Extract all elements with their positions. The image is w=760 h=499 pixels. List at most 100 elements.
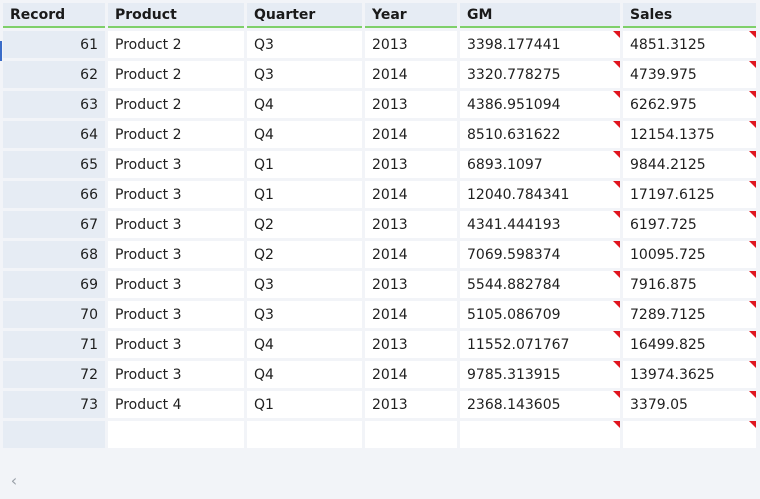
cell-gm[interactable]: 11552.071767 [460,331,620,358]
cell-quarter[interactable]: Q4 [247,331,362,358]
cell-product[interactable]: Product 4 [108,391,244,418]
cell-gm[interactable]: 5544.882784 [460,271,620,298]
cell-record[interactable]: 66 [3,181,105,208]
table-row[interactable] [3,421,756,448]
table-row[interactable]: 65 Product 3 Q1 2013 6893.1097 9844.2125 [3,151,756,178]
cell-gm[interactable]: 9785.313915 [460,361,620,388]
table-row[interactable]: 63 Product 2 Q4 2013 4386.951094 6262.975 [3,91,756,118]
cell-record[interactable]: 61 [3,31,105,58]
table-row[interactable]: 73 Product 4 Q1 2013 2368.143605 3379.05 [3,391,756,418]
cell-quarter[interactable]: Q3 [247,301,362,328]
cell-gm[interactable]: 2368.143605 [460,391,620,418]
cell-product[interactable] [108,421,244,448]
cell-quarter[interactable]: Q4 [247,121,362,148]
cell-year[interactable]: 2013 [365,391,457,418]
cell-product[interactable]: Product 3 [108,241,244,268]
cell-year[interactable]: 2014 [365,301,457,328]
chevron-left-icon[interactable]: ‹ [6,470,22,492]
table-row[interactable]: 62 Product 2 Q3 2014 3320.778275 4739.975 [3,61,756,88]
cell-year[interactable]: 2013 [365,331,457,358]
cell-year[interactable]: 2013 [365,211,457,238]
table-row[interactable]: 66 Product 3 Q1 2014 12040.784341 17197.6125 [3,181,756,208]
cell-sales[interactable]: 17197.6125 [623,181,756,208]
cell-gm[interactable]: 7069.598374 [460,241,620,268]
cell-sales[interactable]: 6262.975 [623,91,756,118]
table-row[interactable]: 71 Product 3 Q4 2013 11552.071767 16499.825 [3,331,756,358]
cell-quarter[interactable]: Q3 [247,271,362,298]
cell-quarter[interactable]: Q1 [247,151,362,178]
cell-sales[interactable]: 3379.05 [623,391,756,418]
cell-quarter[interactable]: Q4 [247,91,362,118]
cell-product[interactable]: Product 3 [108,211,244,238]
cell-year[interactable]: 2014 [365,61,457,88]
cell-sales[interactable]: 10095.725 [623,241,756,268]
cell-sales[interactable]: 7289.7125 [623,301,756,328]
cell-gm[interactable]: 3398.177441 [460,31,620,58]
column-header-quarter[interactable]: Quarter [247,3,362,28]
cell-year[interactable] [365,421,457,448]
cell-record[interactable]: 64 [3,121,105,148]
table-row[interactable]: 61 Product 2 Q3 2013 3398.177441 4851.3125 [3,31,756,58]
cell-record[interactable]: 68 [3,241,105,268]
cell-sales[interactable]: 12154.1375 [623,121,756,148]
cell-record[interactable]: 69 [3,271,105,298]
cell-record[interactable]: 72 [3,361,105,388]
cell-quarter[interactable]: Q3 [247,31,362,58]
cell-quarter[interactable]: Q4 [247,361,362,388]
cell-quarter[interactable] [247,421,362,448]
cell-sales[interactable]: 6197.725 [623,211,756,238]
cell-gm[interactable]: 6893.1097 [460,151,620,178]
cell-year[interactable]: 2013 [365,91,457,118]
cell-gm[interactable]: 12040.784341 [460,181,620,208]
cell-quarter[interactable]: Q2 [247,241,362,268]
cell-product[interactable]: Product 3 [108,151,244,178]
cell-product[interactable]: Product 2 [108,91,244,118]
cell-quarter[interactable]: Q1 [247,391,362,418]
column-header-product[interactable]: Product [108,3,244,28]
cell-product[interactable]: Product 3 [108,361,244,388]
cell-gm[interactable] [460,421,620,448]
cell-product[interactable]: Product 3 [108,181,244,208]
table-row[interactable]: 68 Product 3 Q2 2014 7069.598374 10095.725 [3,241,756,268]
cell-product[interactable]: Product 2 [108,61,244,88]
cell-product[interactable]: Product 3 [108,271,244,298]
cell-year[interactable]: 2014 [365,181,457,208]
column-header-gm[interactable]: GM [460,3,620,28]
cell-gm[interactable]: 8510.631622 [460,121,620,148]
column-header-record[interactable]: Record [3,3,105,28]
cell-year[interactable]: 2013 [365,151,457,178]
cell-sales[interactable]: 16499.825 [623,331,756,358]
cell-record[interactable]: 71 [3,331,105,358]
cell-sales[interactable]: 4739.975 [623,61,756,88]
cell-product[interactable]: Product 2 [108,31,244,58]
cell-record[interactable]: 63 [3,91,105,118]
cell-product[interactable]: Product 3 [108,301,244,328]
cell-gm[interactable]: 4386.951094 [460,91,620,118]
cell-gm[interactable]: 4341.444193 [460,211,620,238]
cell-record[interactable]: 65 [3,151,105,178]
cell-gm[interactable]: 3320.778275 [460,61,620,88]
cell-record[interactable]: 73 [3,391,105,418]
cell-year[interactable]: 2013 [365,31,457,58]
cell-year[interactable]: 2014 [365,121,457,148]
cell-record[interactable]: 70 [3,301,105,328]
cell-year[interactable]: 2014 [365,241,457,268]
cell-record[interactable]: 62 [3,61,105,88]
table-row[interactable]: 72 Product 3 Q4 2014 9785.313915 13974.3625 [3,361,756,388]
cell-record[interactable] [3,421,105,448]
table-row[interactable]: 69 Product 3 Q3 2013 5544.882784 7916.875 [3,271,756,298]
cell-year[interactable]: 2013 [365,271,457,298]
cell-product[interactable]: Product 3 [108,331,244,358]
cell-sales[interactable]: 4851.3125 [623,31,756,58]
cell-sales[interactable]: 7916.875 [623,271,756,298]
table-row[interactable]: 64 Product 2 Q4 2014 8510.631622 12154.1375 [3,121,756,148]
cell-record[interactable]: 67 [3,211,105,238]
table-row[interactable]: 67 Product 3 Q2 2013 4341.444193 6197.725 [3,211,756,238]
column-header-year[interactable]: Year [365,3,457,28]
cell-quarter[interactable]: Q3 [247,61,362,88]
horizontal-scrollbar[interactable]: ‹ [0,466,760,499]
cell-year[interactable]: 2014 [365,361,457,388]
cell-quarter[interactable]: Q1 [247,181,362,208]
cell-product[interactable]: Product 2 [108,121,244,148]
cell-gm[interactable]: 5105.086709 [460,301,620,328]
